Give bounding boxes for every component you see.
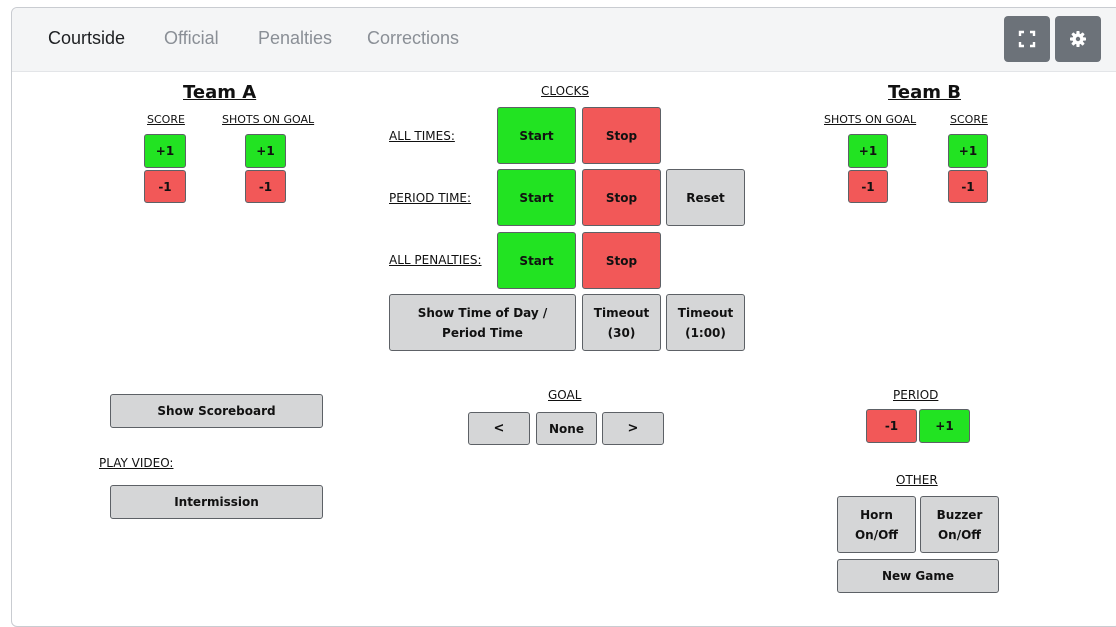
period-time-label: PERIOD TIME: xyxy=(389,191,472,205)
timeout-100-line2: (1:00) xyxy=(685,325,726,340)
all-times-stop-button[interactable]: Stop xyxy=(582,107,661,164)
other-title: OTHER xyxy=(896,473,938,487)
team-b-title: Team B xyxy=(888,82,961,103)
tab-penalties[interactable]: Penalties xyxy=(258,28,332,49)
horn-line1: Horn xyxy=(860,507,893,522)
buzzer-line2: On/Off xyxy=(937,527,982,542)
timeout-30-line1: Timeout xyxy=(593,305,650,320)
team-a-shots-label: SHOTS ON GOAL xyxy=(222,113,315,126)
goal-prev-button[interactable]: < xyxy=(468,412,530,445)
tab-official[interactable]: Official xyxy=(164,28,219,49)
team-a-score-minus-button[interactable]: -1 xyxy=(144,170,186,203)
intermission-button[interactable]: Intermission xyxy=(110,485,323,519)
team-b-score-minus-button[interactable]: -1 xyxy=(948,170,988,203)
tab-corrections[interactable]: Corrections xyxy=(367,28,459,49)
all-penalties-label: ALL PENALTIES: xyxy=(389,253,482,267)
new-game-button[interactable]: New Game xyxy=(837,559,999,593)
team-a-shots-minus-button[interactable]: -1 xyxy=(245,170,286,203)
team-b-shots-minus-button[interactable]: -1 xyxy=(848,170,888,203)
period-time-stop-button[interactable]: Stop xyxy=(582,169,661,226)
fullscreen-button[interactable] xyxy=(1004,16,1050,62)
horn-line2: On/Off xyxy=(854,527,899,542)
team-a-title: Team A xyxy=(183,82,257,103)
show-scoreboard-button[interactable]: Show Scoreboard xyxy=(110,394,323,428)
team-a-shots-plus-button[interactable]: +1 xyxy=(245,134,286,168)
goal-next-button[interactable]: > xyxy=(602,412,664,445)
all-penalties-stop-button[interactable]: Stop xyxy=(582,232,661,289)
goal-title: GOAL xyxy=(548,388,582,402)
horn-toggle-button[interactable]: Horn On/Off xyxy=(837,496,916,553)
fullscreen-icon xyxy=(1018,30,1036,48)
timeout-100-button[interactable]: Timeout (1:00) xyxy=(666,294,745,351)
show-time-of-day-line2: Period Time xyxy=(442,325,523,340)
period-plus-button[interactable]: +1 xyxy=(919,409,970,443)
all-times-start-button[interactable]: Start xyxy=(497,107,576,164)
show-time-of-day-button[interactable]: Show Time of Day / Period Time xyxy=(389,294,576,351)
team-a-score-label: SCORE xyxy=(147,113,185,126)
gear-icon xyxy=(1070,31,1086,47)
settings-button[interactable] xyxy=(1055,16,1101,62)
team-b-score-plus-button[interactable]: +1 xyxy=(948,134,988,168)
team-b-score-label: SCORE xyxy=(950,113,988,126)
buzzer-toggle-button[interactable]: Buzzer On/Off xyxy=(920,496,999,553)
period-title: PERIOD xyxy=(893,388,939,402)
timeout-30-line2: (30) xyxy=(607,325,636,340)
show-time-of-day-line1: Show Time of Day / xyxy=(417,305,548,320)
buzzer-line1: Buzzer xyxy=(936,507,983,522)
team-b-shots-plus-button[interactable]: +1 xyxy=(848,134,888,168)
period-minus-button[interactable]: -1 xyxy=(866,409,917,443)
goal-none-button[interactable]: None xyxy=(536,412,597,445)
all-times-label: ALL TIMES: xyxy=(389,129,455,143)
play-video-label: PLAY VIDEO: xyxy=(99,456,174,470)
timeout-100-line1: Timeout xyxy=(677,305,734,320)
period-time-start-button[interactable]: Start xyxy=(497,169,576,226)
clocks-title: CLOCKS xyxy=(541,84,589,98)
top-nav-bar: Courtside Official Penalties Corrections xyxy=(12,8,1116,72)
timeout-30-button[interactable]: Timeout (30) xyxy=(582,294,661,351)
team-a-score-plus-button[interactable]: +1 xyxy=(144,134,186,168)
tab-courtside[interactable]: Courtside xyxy=(48,28,125,49)
period-time-reset-button[interactable]: Reset xyxy=(666,169,745,226)
all-penalties-start-button[interactable]: Start xyxy=(497,232,576,289)
team-b-shots-label: SHOTS ON GOAL xyxy=(824,113,917,126)
